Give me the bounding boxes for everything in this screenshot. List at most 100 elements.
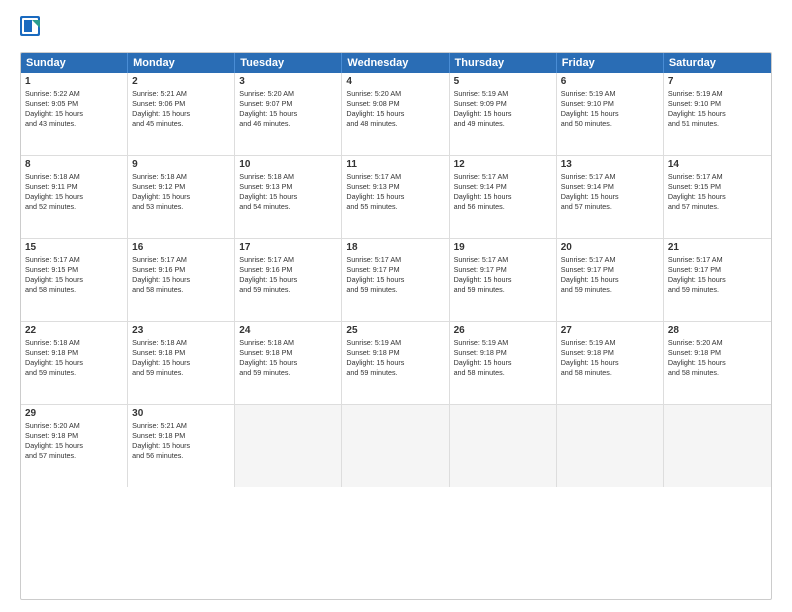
logo xyxy=(20,16,42,42)
day-number: 5 xyxy=(454,76,552,87)
day-info: Sunrise: 5:17 AM Sunset: 9:13 PM Dayligh… xyxy=(346,172,444,212)
calendar-cell: 12 Sunrise: 5:17 AM Sunset: 9:14 PM Dayli… xyxy=(450,156,557,238)
day-number: 29 xyxy=(25,408,123,419)
day-info: Sunrise: 5:19 AM Sunset: 9:09 PM Dayligh… xyxy=(454,89,552,129)
day-info: Sunrise: 5:20 AM Sunset: 9:07 PM Dayligh… xyxy=(239,89,337,129)
calendar-cell: 11 Sunrise: 5:17 AM Sunset: 9:13 PM Dayli… xyxy=(342,156,449,238)
day-info: Sunrise: 5:19 AM Sunset: 9:18 PM Dayligh… xyxy=(346,338,444,378)
calendar-body: 1Sunrise: 5:22 AM Sunset: 9:05 PM Daylig… xyxy=(21,73,771,487)
day-number: 24 xyxy=(239,325,337,336)
calendar-cell: 27 Sunrise: 5:19 AM Sunset: 9:18 PM Dayli… xyxy=(557,322,664,404)
calendar-header: SundayMondayTuesdayWednesdayThursdayFrid… xyxy=(21,53,771,73)
day-info: Sunrise: 5:18 AM Sunset: 9:13 PM Dayligh… xyxy=(239,172,337,212)
header-day-monday: Monday xyxy=(128,53,235,73)
day-number: 11 xyxy=(346,159,444,170)
day-number: 25 xyxy=(346,325,444,336)
day-info: Sunrise: 5:19 AM Sunset: 9:18 PM Dayligh… xyxy=(454,338,552,378)
day-number: 26 xyxy=(454,325,552,336)
calendar-cell: 4 Sunrise: 5:20 AM Sunset: 9:08 PM Daylig… xyxy=(342,73,449,155)
day-number: 19 xyxy=(454,242,552,253)
header-day-friday: Friday xyxy=(557,53,664,73)
calendar-cell: 28 Sunrise: 5:20 AM Sunset: 9:18 PM Dayli… xyxy=(664,322,771,404)
calendar-cell xyxy=(664,405,771,487)
calendar-cell: 25 Sunrise: 5:19 AM Sunset: 9:18 PM Dayli… xyxy=(342,322,449,404)
calendar: SundayMondayTuesdayWednesdayThursdayFrid… xyxy=(20,52,772,600)
header-day-saturday: Saturday xyxy=(664,53,771,73)
calendar-cell: 9Sunrise: 5:18 AM Sunset: 9:12 PM Daylig… xyxy=(128,156,235,238)
day-info: Sunrise: 5:18 AM Sunset: 9:18 PM Dayligh… xyxy=(239,338,337,378)
day-info: Sunrise: 5:17 AM Sunset: 9:17 PM Dayligh… xyxy=(454,255,552,295)
day-info: Sunrise: 5:19 AM Sunset: 9:10 PM Dayligh… xyxy=(561,89,659,129)
calendar-cell: 20 Sunrise: 5:17 AM Sunset: 9:17 PM Dayli… xyxy=(557,239,664,321)
calendar-week-1: 1Sunrise: 5:22 AM Sunset: 9:05 PM Daylig… xyxy=(21,73,771,155)
day-number: 3 xyxy=(239,76,337,87)
day-info: Sunrise: 5:18 AM Sunset: 9:12 PM Dayligh… xyxy=(132,172,230,212)
day-number: 7 xyxy=(668,76,767,87)
day-number: 20 xyxy=(561,242,659,253)
page: SundayMondayTuesdayWednesdayThursdayFrid… xyxy=(0,0,792,612)
calendar-cell: 17Sunrise: 5:17 AM Sunset: 9:16 PM Dayli… xyxy=(235,239,342,321)
calendar-week-5: 29 Sunrise: 5:20 AM Sunset: 9:18 PM Dayli… xyxy=(21,404,771,487)
day-number: 22 xyxy=(25,325,123,336)
calendar-cell: 24 Sunrise: 5:18 AM Sunset: 9:18 PM Dayli… xyxy=(235,322,342,404)
day-info: Sunrise: 5:17 AM Sunset: 9:17 PM Dayligh… xyxy=(561,255,659,295)
calendar-cell: 22 Sunrise: 5:18 AM Sunset: 9:18 PM Dayli… xyxy=(21,322,128,404)
header xyxy=(20,16,772,42)
day-number: 30 xyxy=(132,408,230,419)
day-number: 18 xyxy=(346,242,444,253)
day-info: Sunrise: 5:18 AM Sunset: 9:18 PM Dayligh… xyxy=(132,338,230,378)
day-info: Sunrise: 5:21 AM Sunset: 9:18 PM Dayligh… xyxy=(132,421,230,461)
day-info: Sunrise: 5:17 AM Sunset: 9:14 PM Dayligh… xyxy=(561,172,659,212)
calendar-cell: 5 Sunrise: 5:19 AM Sunset: 9:09 PM Daylig… xyxy=(450,73,557,155)
day-number: 8 xyxy=(25,159,123,170)
calendar-week-3: 15 Sunrise: 5:17 AM Sunset: 9:15 PM Dayli… xyxy=(21,238,771,321)
day-number: 14 xyxy=(668,159,767,170)
day-info: Sunrise: 5:20 AM Sunset: 9:08 PM Dayligh… xyxy=(346,89,444,129)
calendar-cell: 1Sunrise: 5:22 AM Sunset: 9:05 PM Daylig… xyxy=(21,73,128,155)
day-info: Sunrise: 5:21 AM Sunset: 9:06 PM Dayligh… xyxy=(132,89,230,129)
day-number: 23 xyxy=(132,325,230,336)
calendar-cell: 18 Sunrise: 5:17 AM Sunset: 9:17 PM Dayli… xyxy=(342,239,449,321)
calendar-cell xyxy=(450,405,557,487)
calendar-cell: 14 Sunrise: 5:17 AM Sunset: 9:15 PM Dayli… xyxy=(664,156,771,238)
logo-icon xyxy=(20,16,42,42)
day-info: Sunrise: 5:18 AM Sunset: 9:18 PM Dayligh… xyxy=(25,338,123,378)
day-number: 2 xyxy=(132,76,230,87)
day-number: 27 xyxy=(561,325,659,336)
day-info: Sunrise: 5:17 AM Sunset: 9:16 PM Dayligh… xyxy=(132,255,230,295)
day-info: Sunrise: 5:17 AM Sunset: 9:15 PM Dayligh… xyxy=(668,172,767,212)
day-number: 15 xyxy=(25,242,123,253)
calendar-cell: 13 Sunrise: 5:17 AM Sunset: 9:14 PM Dayli… xyxy=(557,156,664,238)
day-number: 28 xyxy=(668,325,767,336)
calendar-cell: 10 Sunrise: 5:18 AM Sunset: 9:13 PM Dayli… xyxy=(235,156,342,238)
calendar-cell: 26 Sunrise: 5:19 AM Sunset: 9:18 PM Dayli… xyxy=(450,322,557,404)
calendar-cell: 3 Sunrise: 5:20 AM Sunset: 9:07 PM Daylig… xyxy=(235,73,342,155)
day-number: 1 xyxy=(25,76,123,87)
day-info: Sunrise: 5:17 AM Sunset: 9:17 PM Dayligh… xyxy=(346,255,444,295)
day-info: Sunrise: 5:20 AM Sunset: 9:18 PM Dayligh… xyxy=(25,421,123,461)
calendar-cell: 7Sunrise: 5:19 AM Sunset: 9:10 PM Daylig… xyxy=(664,73,771,155)
day-number: 12 xyxy=(454,159,552,170)
header-day-wednesday: Wednesday xyxy=(342,53,449,73)
day-info: Sunrise: 5:17 AM Sunset: 9:15 PM Dayligh… xyxy=(25,255,123,295)
header-day-sunday: Sunday xyxy=(21,53,128,73)
calendar-cell: 8 Sunrise: 5:18 AM Sunset: 9:11 PM Daylig… xyxy=(21,156,128,238)
calendar-week-2: 8 Sunrise: 5:18 AM Sunset: 9:11 PM Daylig… xyxy=(21,155,771,238)
calendar-cell: 16 Sunrise: 5:17 AM Sunset: 9:16 PM Dayli… xyxy=(128,239,235,321)
day-number: 6 xyxy=(561,76,659,87)
day-info: Sunrise: 5:17 AM Sunset: 9:14 PM Dayligh… xyxy=(454,172,552,212)
calendar-cell: 29 Sunrise: 5:20 AM Sunset: 9:18 PM Dayli… xyxy=(21,405,128,487)
calendar-cell xyxy=(235,405,342,487)
day-info: Sunrise: 5:18 AM Sunset: 9:11 PM Dayligh… xyxy=(25,172,123,212)
calendar-cell: 23 Sunrise: 5:18 AM Sunset: 9:18 PM Dayli… xyxy=(128,322,235,404)
day-number: 13 xyxy=(561,159,659,170)
calendar-cell: 15 Sunrise: 5:17 AM Sunset: 9:15 PM Dayli… xyxy=(21,239,128,321)
day-number: 16 xyxy=(132,242,230,253)
day-number: 4 xyxy=(346,76,444,87)
calendar-cell: 2 Sunrise: 5:21 AM Sunset: 9:06 PM Daylig… xyxy=(128,73,235,155)
day-number: 10 xyxy=(239,159,337,170)
day-number: 21 xyxy=(668,242,767,253)
calendar-week-4: 22 Sunrise: 5:18 AM Sunset: 9:18 PM Dayli… xyxy=(21,321,771,404)
day-info: Sunrise: 5:19 AM Sunset: 9:18 PM Dayligh… xyxy=(561,338,659,378)
day-info: Sunrise: 5:20 AM Sunset: 9:18 PM Dayligh… xyxy=(668,338,767,378)
